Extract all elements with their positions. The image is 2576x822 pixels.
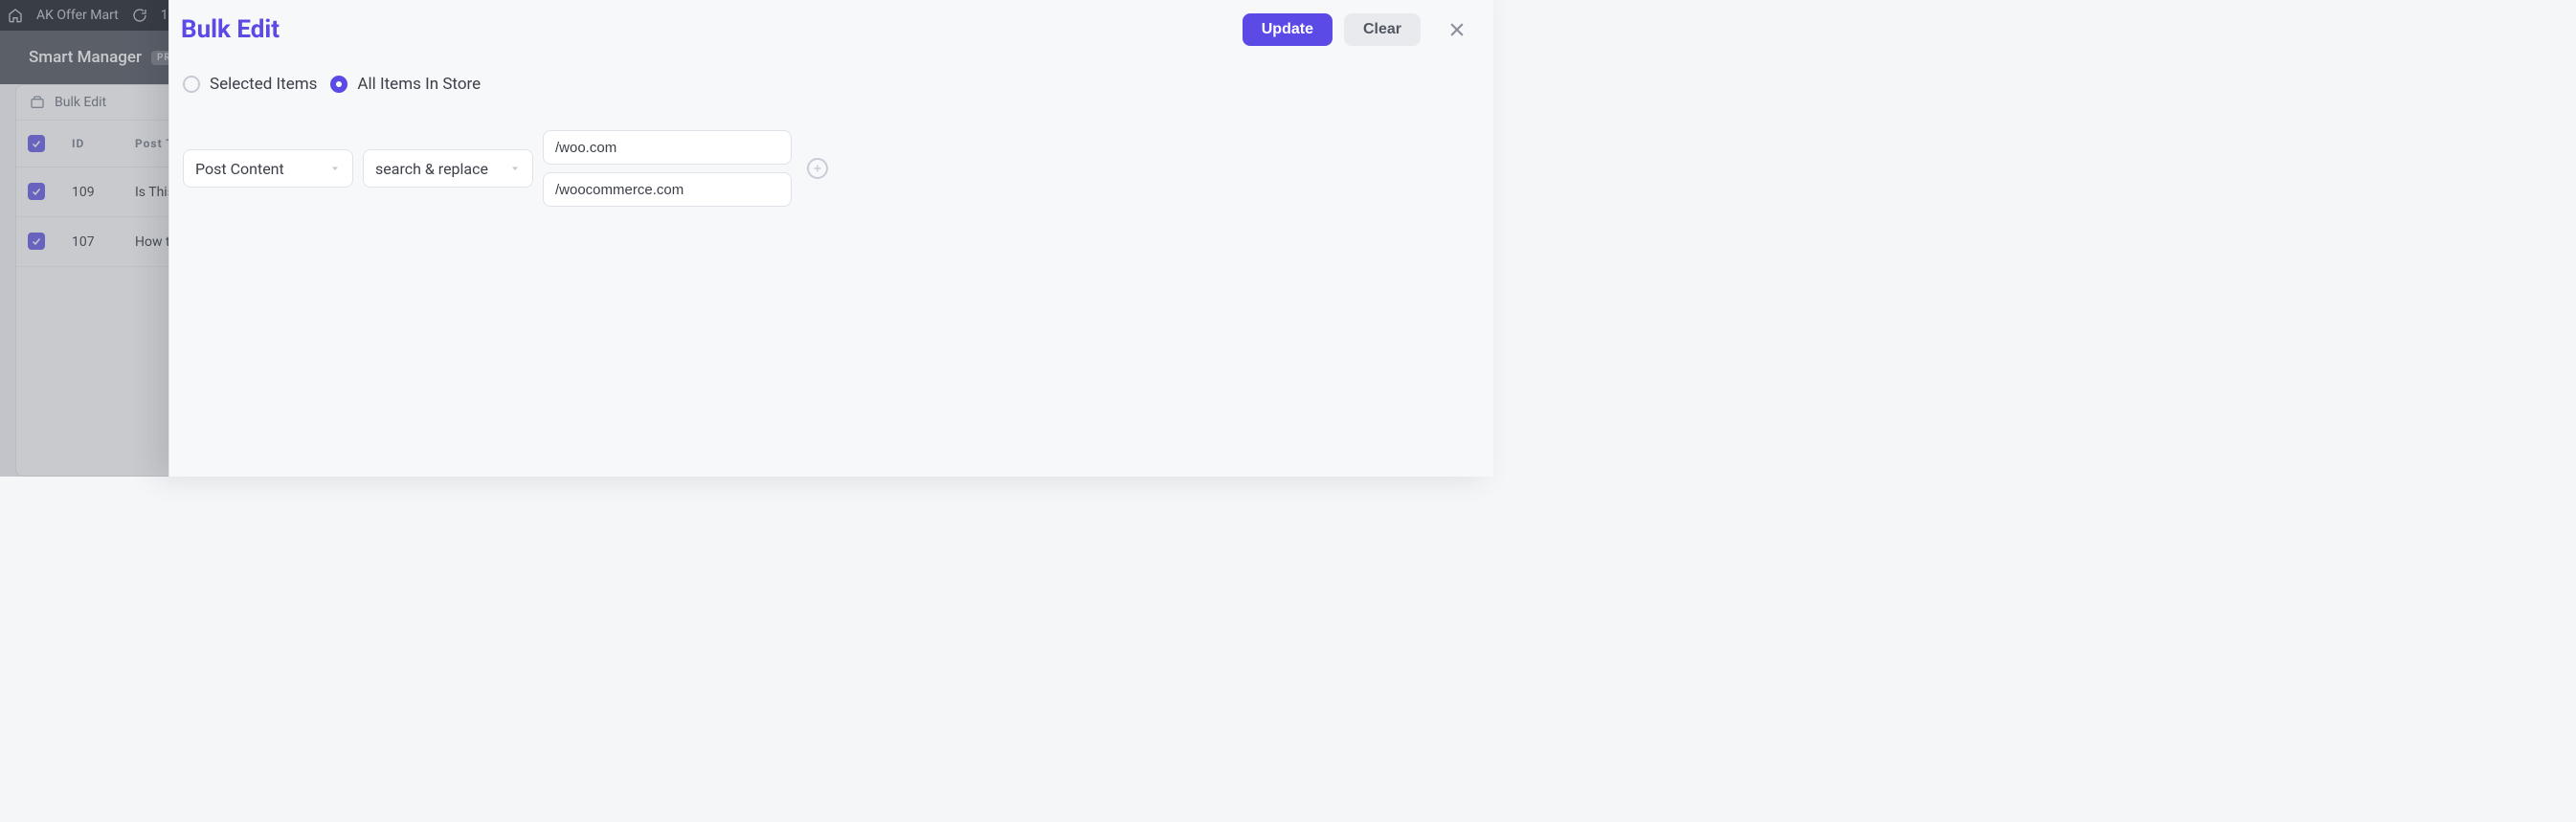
radio-label-selected[interactable]: Selected Items	[210, 75, 317, 94]
close-icon[interactable]	[1442, 14, 1472, 45]
replace-value-input[interactable]	[543, 172, 792, 207]
add-rule-icon[interactable]	[807, 158, 828, 179]
bulk-edit-modal: Bulk Edit Update Clear Selected Items Al…	[168, 0, 1493, 477]
field-select[interactable]: Post Content	[183, 149, 353, 188]
field-select-value: Post Content	[195, 160, 284, 178]
bulk-edit-rule-row: Post Content search & replace	[183, 130, 1480, 207]
radio-selected-items[interactable]	[183, 76, 200, 93]
operation-select[interactable]: search & replace	[363, 149, 533, 188]
search-value-input[interactable]	[543, 130, 792, 165]
chevron-down-icon	[329, 163, 341, 174]
modal-title: Bulk Edit	[181, 15, 280, 44]
scope-radio-group: Selected Items All Items In Store	[183, 75, 1480, 94]
operation-select-value: search & replace	[375, 160, 488, 178]
clear-button[interactable]: Clear	[1344, 13, 1421, 46]
radio-all-items[interactable]	[330, 76, 347, 93]
chevron-down-icon	[509, 163, 521, 174]
radio-label-all[interactable]: All Items In Store	[357, 75, 481, 94]
update-button[interactable]: Update	[1243, 13, 1333, 46]
